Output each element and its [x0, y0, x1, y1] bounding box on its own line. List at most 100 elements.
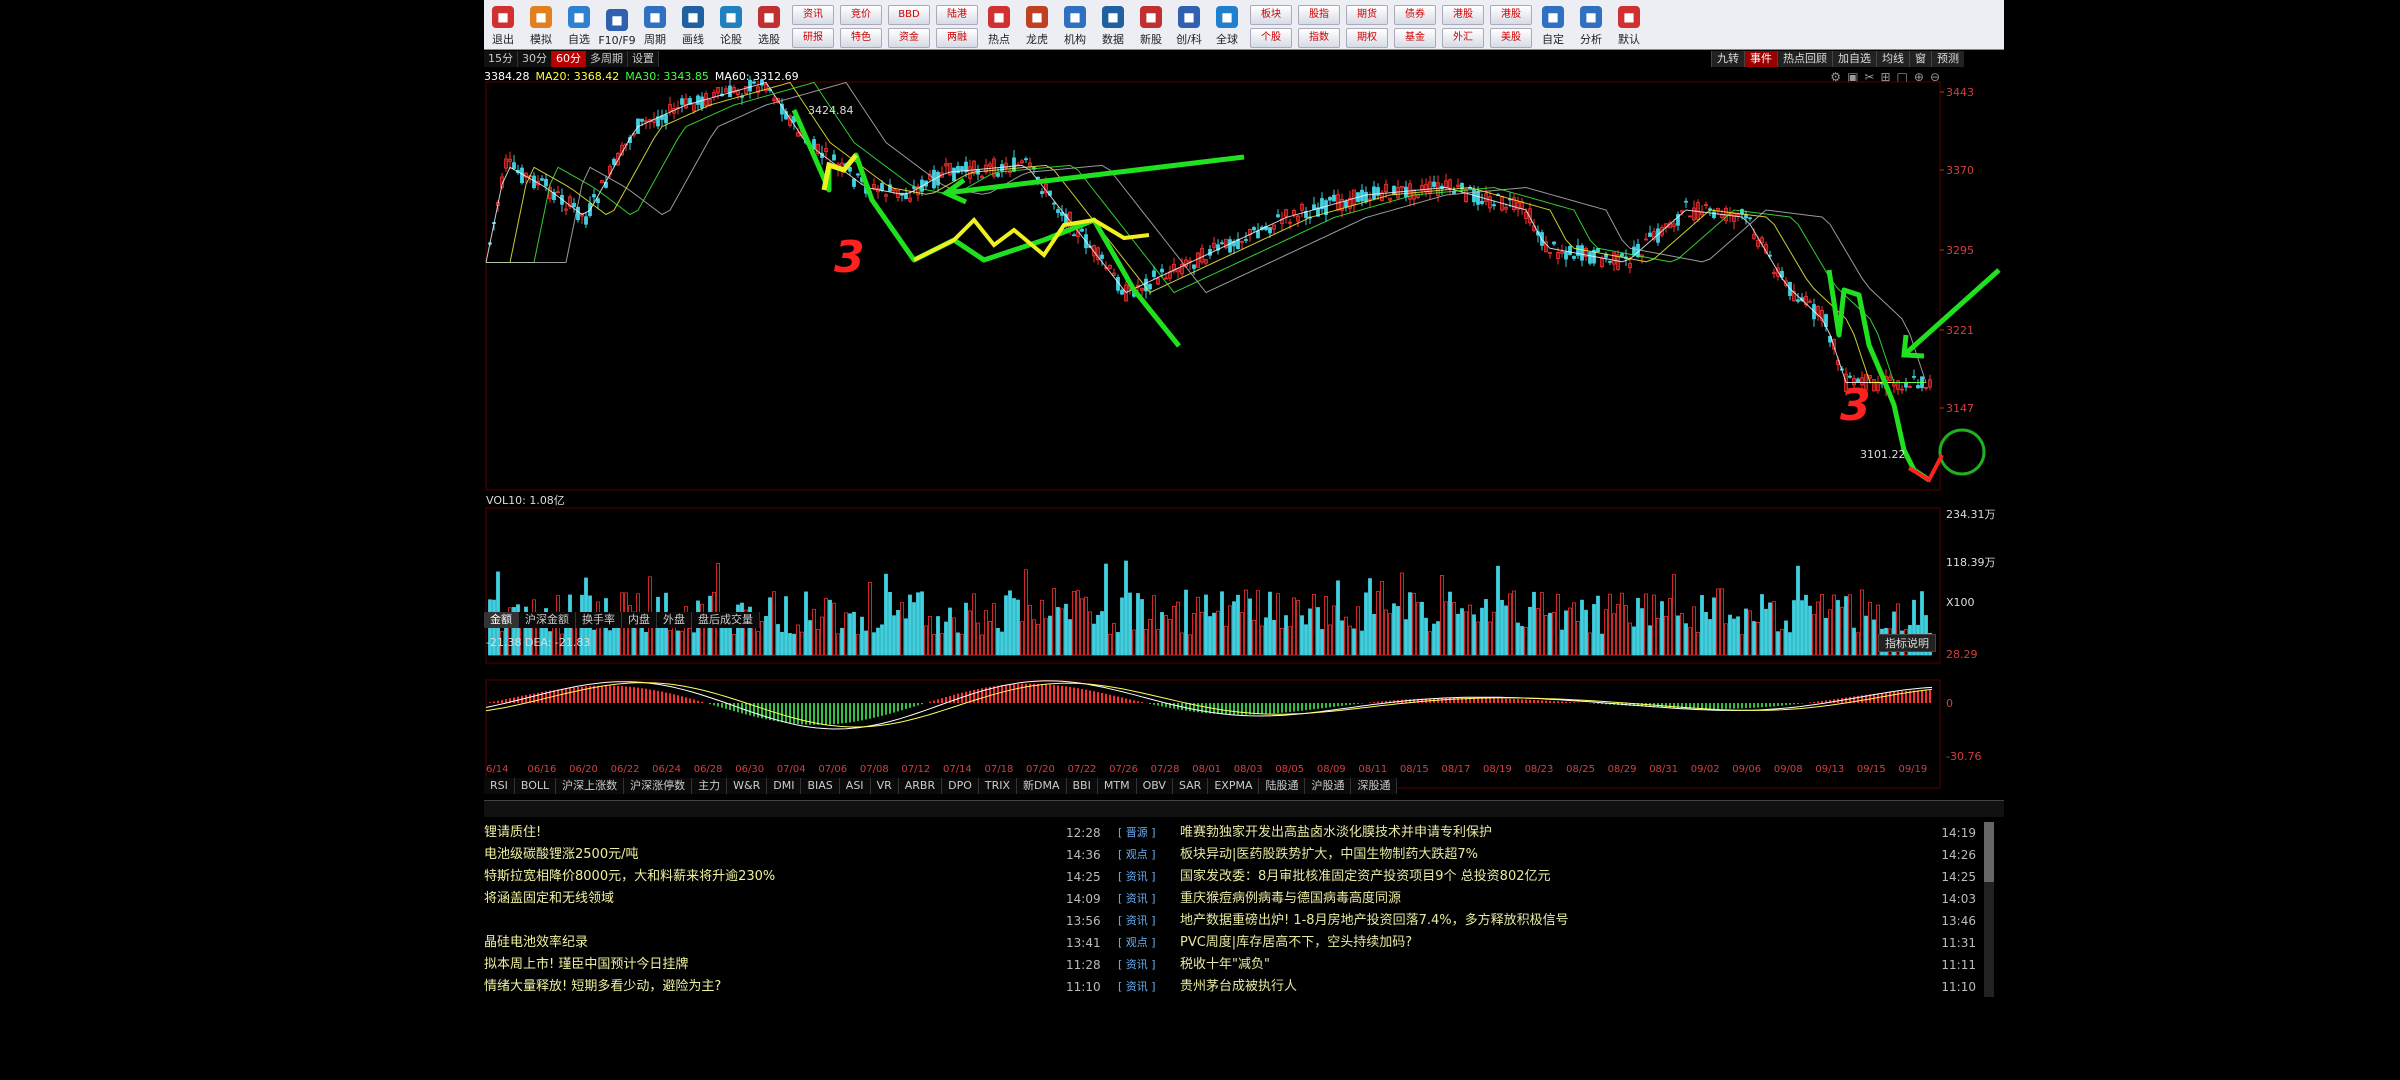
- quick-button[interactable]: 美股: [1490, 27, 1532, 48]
- quick-button[interactable]: 板块: [1250, 4, 1292, 25]
- indicator-tab[interactable]: BBI: [1066, 778, 1098, 794]
- quick-button[interactable]: 期货: [1346, 4, 1388, 25]
- volume-bar: [1128, 592, 1132, 656]
- news-row[interactable]: 14:09 [ 资讯 ] 重庆猴痘病例病毒与德国病毒高度同源 14:03: [1066, 888, 1976, 910]
- indicator-tab[interactable]: DPO: [942, 778, 979, 794]
- quick-button[interactable]: 指数: [1298, 27, 1340, 48]
- indicator-tab[interactable]: BOLL: [514, 778, 557, 794]
- indicator-tab[interactable]: VR: [870, 778, 899, 794]
- volume-bar: [876, 627, 880, 656]
- indicator-tab[interactable]: EXPMA: [1208, 778, 1260, 794]
- volume-tab[interactable]: 沪深金额: [519, 612, 576, 628]
- volume-bar: [1424, 617, 1428, 656]
- news-row[interactable]: 11:28 [ 资讯 ] 税收十年"减负" 11:11: [1066, 954, 1976, 976]
- tool3-button-0[interactable]: ■ 自定: [1536, 3, 1570, 49]
- quick-button[interactable]: 股指: [1298, 4, 1340, 25]
- tool2-button-3[interactable]: ■ 数据: [1096, 3, 1130, 49]
- macd-label: -21.38 DEA: -21.83: [486, 636, 591, 649]
- news-row[interactable]: 13:56 [ 资讯 ] 地产数据重磅出炉! 1-8月房地产投资回落7.4%，多方释…: [1066, 910, 1976, 932]
- tool-button-1[interactable]: ■ 模拟: [524, 3, 558, 49]
- volume-tab[interactable]: 外盘: [657, 612, 692, 628]
- indicator-tab[interactable]: OBV: [1136, 778, 1173, 794]
- tool-button-7[interactable]: ■ 选股: [752, 3, 786, 49]
- quick-button[interactable]: 基金: [1394, 27, 1436, 48]
- quick-button[interactable]: 两融: [936, 27, 978, 48]
- indicator-tab[interactable]: ARBR: [898, 778, 943, 794]
- tool3-button-2[interactable]: ■ 默认: [1612, 3, 1646, 49]
- news-left-item[interactable]: 锂请质住!: [484, 822, 1074, 844]
- volume-tab[interactable]: 金额: [484, 612, 519, 628]
- tool2-button-1[interactable]: ■ 龙虎: [1020, 3, 1054, 49]
- indicator-tab[interactable]: 新DMA: [1017, 778, 1067, 794]
- quick-button[interactable]: 期权: [1346, 27, 1388, 48]
- news-scrollbar[interactable]: [1984, 822, 1994, 997]
- news-row[interactable]: 12:28 [ 晋源 ] 唯赛勃独家开发出高盐卤水淡化膜技术并申请专利保护 14:19: [1066, 822, 1976, 844]
- indicator-tab[interactable]: 沪深涨停数: [624, 778, 693, 794]
- quick-button[interactable]: 外汇: [1442, 27, 1484, 48]
- quick-button[interactable]: 债券: [1394, 4, 1436, 25]
- news-left-item[interactable]: 电池级碳酸锂涨2500元/吨: [484, 844, 1074, 866]
- quick-button[interactable]: 港股: [1490, 4, 1532, 25]
- news-row[interactable]: 13:41 [ 观点 ] PVC周度|库存居高不下，空头持续加码? 11:31: [1066, 932, 1976, 954]
- indicator-tab[interactable]: RSI: [484, 778, 515, 794]
- tool-button-2[interactable]: ■ 自选: [562, 3, 596, 49]
- news-row[interactable]: 11:10 [ 资讯 ] 贵州茅台成被执行人 11:10: [1066, 976, 1976, 998]
- indicator-tab[interactable]: BIAS: [801, 778, 840, 794]
- news-left-item[interactable]: 特斯拉宽相降价8000元，大和料薪来将升逾230%: [484, 866, 1074, 888]
- toolbar-label: 分析: [1580, 33, 1602, 46]
- volume-bar: [1780, 629, 1784, 656]
- date-label: 08/25: [1566, 764, 1595, 775]
- news-left-item[interactable]: 晶硅电池效率纪录: [484, 932, 1074, 954]
- indicator-tab[interactable]: DMI: [767, 778, 802, 794]
- tool2-button-2[interactable]: ■ 机构: [1058, 3, 1092, 49]
- macd-tick-label: -30.76: [1946, 750, 1981, 763]
- tool-button-5[interactable]: ■ 画线: [676, 3, 710, 49]
- volume-tab[interactable]: 换手率: [576, 612, 622, 628]
- kline-chart-area[interactable]: 34433370329532213147 234.31万118.39万X100 …: [484, 50, 2004, 790]
- volume-bar: [1432, 623, 1436, 656]
- volume-bar: [888, 592, 892, 656]
- indicator-tab[interactable]: 深股通: [1351, 778, 1398, 794]
- volume-tab[interactable]: 盘后成交量: [692, 612, 760, 628]
- quick-button[interactable]: 陆港: [936, 4, 978, 25]
- tool2-button-0[interactable]: ■ 热点: [982, 3, 1016, 49]
- tool2-button-4[interactable]: ■ 新股: [1134, 3, 1168, 49]
- news-row[interactable]: 14:25 [ 资讯 ] 国家发改委：8月审批核准固定资产投资项目9个 总投资802…: [1066, 866, 1976, 888]
- news-left-item[interactable]: [484, 910, 1074, 932]
- tool-button-3[interactable]: ■ F10/F9: [598, 3, 636, 49]
- news-left-item[interactable]: 将涵盖固定和无线领域: [484, 888, 1074, 910]
- tool-button-0[interactable]: ■ 退出: [486, 3, 520, 49]
- tool-button-6[interactable]: ■ 论股: [714, 3, 748, 49]
- indicator-tab[interactable]: 沪股通: [1305, 778, 1352, 794]
- candle-body: [936, 171, 940, 186]
- news-left-item[interactable]: 情绪大量释放! 短期多看少动，避险为主?: [484, 976, 1074, 998]
- tool-button-4[interactable]: ■ 周期: [638, 3, 672, 49]
- indicator-tab[interactable]: 沪深上涨数: [556, 778, 625, 794]
- quick-button[interactable]: 个股: [1250, 27, 1292, 48]
- indicator-help-button[interactable]: 指标说明: [1878, 634, 1936, 652]
- volume-tab[interactable]: 内盘: [622, 612, 657, 628]
- quick-button[interactable]: 资金: [888, 27, 930, 48]
- quick-button[interactable]: BBD: [888, 4, 930, 25]
- quick-button[interactable]: 港股: [1442, 4, 1484, 25]
- indicator-tab[interactable]: ASI: [839, 778, 871, 794]
- indicator-tab[interactable]: TRIX: [978, 778, 1018, 794]
- tool2-button-6[interactable]: ■ 全球: [1210, 3, 1244, 49]
- quick-button[interactable]: 竞价: [840, 4, 882, 25]
- quick-button[interactable]: 特色: [840, 27, 882, 48]
- news-left-item[interactable]: 拟本周上市! 瑾臣中国预计今日挂牌: [484, 954, 1074, 976]
- volume-bar: [1768, 602, 1772, 656]
- indicator-tab[interactable]: MTM: [1097, 778, 1137, 794]
- indicator-tab[interactable]: W&R: [727, 778, 768, 794]
- news-row[interactable]: 14:36 [ 观点 ] 板块异动|医药股跌势扩大，中国生物制药大跌超7% 14:26: [1066, 844, 1976, 866]
- volume-bar: [1096, 614, 1100, 656]
- quick-button[interactable]: 研报: [792, 27, 834, 48]
- volume-bar: [1228, 605, 1232, 656]
- tool3-button-1[interactable]: ■ 分析: [1574, 3, 1608, 49]
- volume-bar: [1216, 610, 1220, 656]
- indicator-tab[interactable]: SAR: [1172, 778, 1209, 794]
- tool2-button-5[interactable]: ■ 创/科: [1172, 3, 1206, 49]
- quick-button[interactable]: 资讯: [792, 4, 834, 25]
- indicator-tab[interactable]: 陆股通: [1259, 778, 1306, 794]
- indicator-tab[interactable]: 主力: [692, 778, 728, 794]
